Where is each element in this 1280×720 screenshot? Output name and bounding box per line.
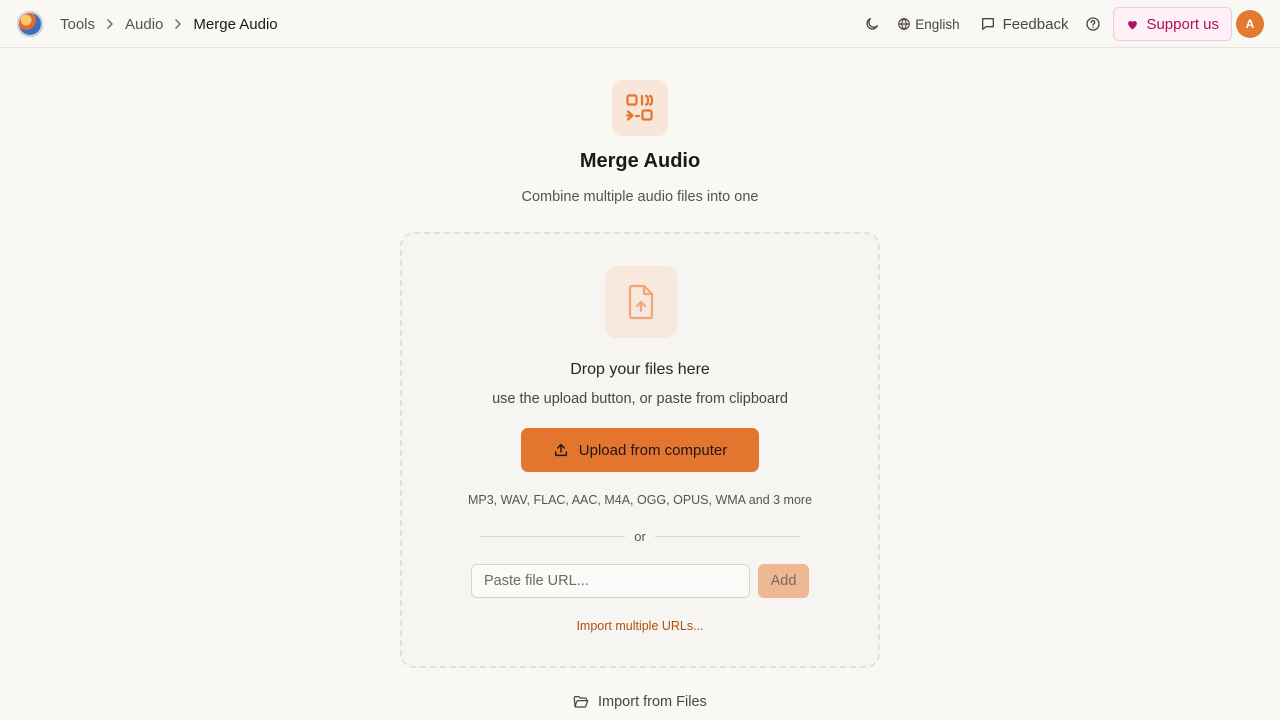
chevron-right-icon	[104, 18, 116, 30]
upload-label: Upload from computer	[578, 441, 728, 459]
message-square-icon	[981, 18, 994, 30]
file-upload-icon	[605, 266, 677, 338]
globe-icon	[898, 17, 911, 31]
import-from-files-button[interactable]: Import from Files	[573, 692, 707, 712]
or-label: or	[634, 528, 646, 544]
feedback-button[interactable]: Feedback	[980, 15, 1069, 33]
top-bar: Tools Audio Merge Audio English Feedback…	[0, 0, 1280, 48]
or-divider: or	[480, 528, 800, 544]
breadcrumb-current: Merge Audio	[193, 15, 278, 33]
file-dropzone[interactable]: Drop your files here use the upload butt…	[400, 232, 880, 668]
upload-icon	[554, 443, 567, 457]
header-tools: English Feedback Support us A	[864, 0, 1264, 48]
merge-tool-icon	[612, 80, 668, 136]
language-label: English	[915, 16, 960, 32]
import-multiple-urls-link[interactable]: Import multiple URLs...	[402, 619, 878, 633]
breadcrumb: Tools Audio Merge Audio	[60, 0, 278, 48]
page-subtitle: Combine multiple audio files into one	[521, 189, 759, 205]
feedback-label: Feedback	[1002, 15, 1069, 33]
supported-formats: MP3, WAV, FLAC, AAC, M4A, OGG, OPUS, WMA…	[467, 493, 813, 507]
breadcrumb-tools[interactable]: Tools	[60, 16, 95, 33]
heart-icon	[1128, 20, 1138, 29]
support-label: Support us	[1146, 15, 1219, 33]
folder-open-icon	[573, 696, 589, 708]
help-circle-icon	[1086, 17, 1101, 31]
breadcrumb-audio[interactable]: Audio	[125, 16, 163, 33]
page-title: Merge Audio	[579, 150, 701, 172]
avatar[interactable]: A	[1236, 10, 1264, 38]
import-from-files-label: Import from Files	[598, 694, 707, 710]
theme-toggle-button[interactable]	[864, 16, 880, 32]
drop-title: Drop your files here	[570, 361, 710, 378]
add-url-button[interactable]: Add	[758, 564, 809, 598]
support-us-button[interactable]: Support us	[1113, 7, 1232, 41]
language-selector[interactable]: English	[897, 16, 960, 32]
moon-icon	[866, 18, 879, 30]
app-logo-icon[interactable]	[17, 11, 43, 37]
divider-line	[480, 535, 626, 537]
chevron-right-icon	[172, 18, 184, 30]
divider-line	[654, 535, 800, 537]
help-button[interactable]	[1085, 16, 1101, 32]
drop-subtitle: use the upload button, or paste from cli…	[492, 391, 788, 407]
file-url-input[interactable]	[471, 564, 750, 598]
upload-from-computer-button[interactable]: Upload from computer	[521, 428, 759, 472]
